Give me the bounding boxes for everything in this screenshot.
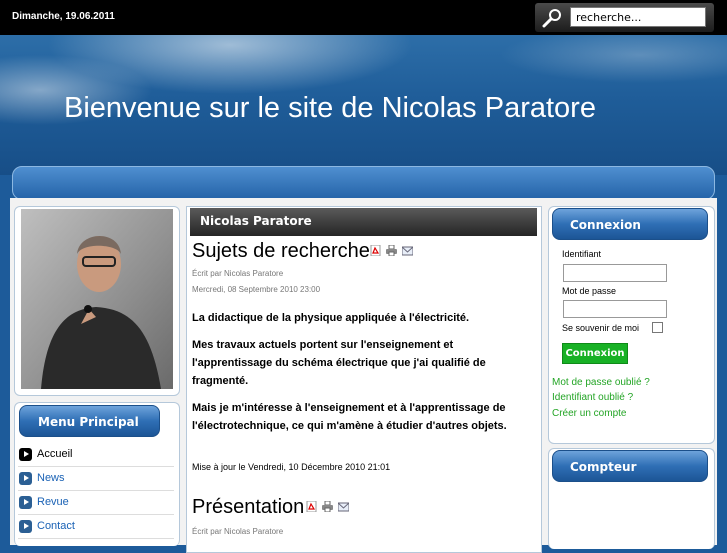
article-updated: Mise à jour le Vendredi, 10 Décembre 201… bbox=[192, 462, 391, 472]
password-input[interactable] bbox=[563, 300, 667, 318]
article-author: Écrit par Nicolas Paratore bbox=[192, 269, 284, 278]
email-icon[interactable] bbox=[338, 501, 349, 512]
remember-label: Se souvenir de moi bbox=[562, 323, 640, 333]
top-bar: Dimanche, 19.06.2011 bbox=[0, 0, 727, 35]
article-date: Mercredi, 08 Septembre 2010 23:00 bbox=[192, 285, 321, 294]
pdf-icon[interactable] bbox=[370, 245, 381, 256]
article-actions bbox=[306, 501, 354, 513]
portrait-photo bbox=[21, 209, 173, 389]
login-button[interactable]: Connexion bbox=[562, 343, 628, 364]
main-header: Nicolas Paratore bbox=[190, 208, 537, 236]
menu-item-accueil[interactable]: Accueil bbox=[18, 443, 174, 467]
article-title[interactable]: Sujets de recherche bbox=[192, 240, 370, 263]
arrow-icon bbox=[19, 472, 32, 485]
menu-item-label: News bbox=[37, 472, 65, 484]
header-banner: Bienvenue sur le site de Nicolas Parator… bbox=[0, 35, 727, 175]
create-account-link[interactable]: Créer un compte bbox=[552, 408, 626, 419]
print-icon[interactable] bbox=[322, 501, 333, 512]
main-menu-title: Menu Principal bbox=[19, 405, 160, 437]
forgot-password-link[interactable]: Mot de passe oublié ? bbox=[552, 377, 650, 388]
login-title: Connexion bbox=[552, 208, 708, 240]
forgot-username-link[interactable]: Identifiant oublié ? bbox=[552, 392, 633, 403]
menu-item-label: Contact bbox=[37, 520, 75, 532]
article-paragraph: Mais je m'intéresse à l'enseignement et … bbox=[192, 402, 507, 432]
article-author: Écrit par Nicolas Paratore bbox=[192, 527, 284, 536]
email-icon[interactable] bbox=[402, 245, 413, 256]
print-icon[interactable] bbox=[386, 245, 397, 256]
menu-item-label: Revue bbox=[37, 496, 69, 508]
arrow-icon bbox=[19, 520, 32, 533]
menu-item-contact[interactable]: Contact bbox=[18, 515, 174, 539]
site-title: Bienvenue sur le site de Nicolas Parator… bbox=[64, 92, 596, 124]
arrow-icon bbox=[19, 496, 32, 509]
arrow-icon bbox=[19, 448, 32, 461]
username-input[interactable] bbox=[563, 264, 667, 282]
password-label: Mot de passe bbox=[562, 286, 617, 296]
portrait-box bbox=[14, 206, 180, 396]
article-paragraph: Mes travaux actuels portent sur l'enseig… bbox=[192, 339, 486, 387]
username-label: Identifiant bbox=[562, 249, 602, 259]
counter-title: Compteur bbox=[552, 450, 708, 482]
article-title[interactable]: Présentation bbox=[192, 496, 304, 519]
pdf-icon[interactable] bbox=[306, 501, 317, 512]
remember-checkbox[interactable] bbox=[652, 322, 663, 333]
search-icon[interactable] bbox=[541, 8, 563, 28]
search-box bbox=[535, 3, 714, 32]
search-input[interactable] bbox=[570, 7, 706, 27]
article-paragraph: La didactique de la physique appliquée à… bbox=[192, 312, 470, 324]
menu-item-label: Accueil bbox=[37, 448, 73, 460]
article-actions bbox=[370, 245, 418, 257]
menu-item-revue[interactable]: Revue bbox=[18, 491, 174, 515]
current-date: Dimanche, 19.06.2011 bbox=[12, 11, 115, 22]
menu-item-news[interactable]: News bbox=[18, 467, 174, 491]
nav-bar bbox=[12, 166, 715, 200]
